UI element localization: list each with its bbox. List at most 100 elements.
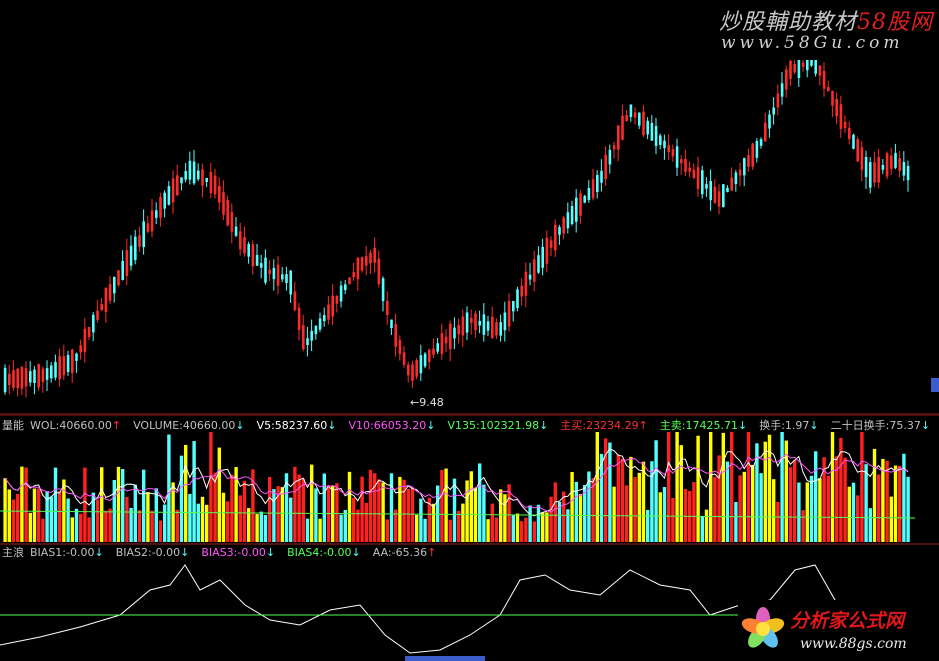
volume-bar — [305, 518, 310, 542]
volume-bar — [133, 484, 137, 542]
candle-body — [600, 170, 603, 183]
candle-body — [12, 369, 15, 388]
candle-body — [583, 195, 586, 203]
candle-body — [457, 324, 460, 335]
candle-body — [3, 367, 7, 393]
volume-bar — [381, 482, 385, 542]
volume-bar — [100, 467, 104, 542]
volume-bar — [87, 517, 91, 542]
volume-bar — [3, 478, 7, 542]
watermark-88gs-url: www.88gs.com — [800, 636, 907, 652]
volume-bar — [549, 496, 553, 542]
bias-legend-item-text: BIAS3:-0.00 — [201, 546, 266, 559]
volume-bar — [41, 518, 45, 542]
candle-body — [524, 271, 528, 296]
volume-bar — [112, 479, 116, 542]
candle-body — [449, 323, 452, 350]
volume-bar — [352, 497, 356, 542]
candle-body — [360, 256, 364, 271]
volume-bar — [83, 467, 87, 542]
volume-bar — [570, 472, 574, 542]
volume-bar — [902, 453, 906, 542]
candle-body — [432, 348, 435, 355]
candle-body — [688, 167, 691, 172]
candle-body — [117, 270, 120, 286]
down-arrow-icon: ↓ — [738, 419, 748, 432]
volume-bar — [209, 432, 213, 542]
candle-body — [528, 274, 532, 280]
candle-body — [24, 368, 28, 387]
volume-bar — [318, 518, 322, 542]
candle-body — [243, 237, 246, 254]
candle-body — [860, 147, 864, 170]
candle-body — [516, 289, 519, 309]
candle-body — [793, 63, 796, 73]
volume-bar — [289, 497, 293, 542]
volume-bar — [851, 482, 856, 542]
candle-body — [856, 139, 859, 162]
volume-bar — [499, 489, 503, 542]
candle-body — [696, 167, 700, 189]
candle-body — [671, 149, 675, 157]
candle-body — [62, 356, 66, 376]
candle-body — [398, 339, 402, 355]
candle-body — [843, 121, 847, 129]
candle-body — [537, 255, 540, 273]
volume-chart[interactable] — [0, 415, 939, 545]
volume-bar — [906, 476, 910, 542]
watermark-88gs: 分析家公式网 www.88gs.com — [738, 600, 939, 661]
volume-bar — [893, 465, 898, 542]
candle-body — [461, 316, 465, 336]
volume-bar — [532, 521, 536, 542]
volume-bar — [259, 511, 263, 542]
candle-body — [92, 314, 95, 333]
volume-bar — [79, 513, 83, 542]
volume-bar — [494, 517, 499, 542]
candle-body — [176, 175, 179, 196]
candle-body — [621, 115, 624, 140]
candle-body — [764, 122, 767, 142]
candle-body — [545, 237, 549, 264]
candle-body — [113, 276, 116, 294]
volume-bar — [16, 493, 20, 542]
stock-chart-window[interactable]: ←9.48 量能 WOL:40660.00↑ VOLUME:40660.00↓ V5:… — [0, 0, 939, 661]
candle-body — [881, 164, 885, 170]
price-candlestick-chart[interactable] — [0, 0, 939, 415]
bias-legend-item: AA:-65.36↑ — [373, 546, 437, 559]
volume-bar — [108, 508, 112, 542]
candle-body — [470, 317, 473, 323]
candle-body — [272, 267, 276, 280]
candle-body — [747, 155, 750, 167]
volume-bar — [255, 514, 259, 542]
volume-bar — [95, 499, 100, 542]
candle-body — [562, 217, 565, 234]
candle-body — [730, 177, 733, 191]
volume-bar — [725, 461, 730, 542]
candle-body — [100, 303, 103, 311]
candle-body — [407, 364, 410, 376]
candle-body — [297, 307, 301, 331]
candle-body — [218, 185, 221, 203]
volume-legend-item-text: 主卖:17425.71 — [659, 419, 738, 432]
volume-bar — [595, 432, 599, 542]
up-arrow-icon: ↑ — [427, 546, 437, 559]
candle-body — [369, 252, 372, 264]
volume-bar — [431, 503, 436, 542]
candle-body — [33, 369, 36, 384]
volume-bar — [742, 471, 746, 542]
volume-bar — [301, 478, 305, 542]
volume-bar — [419, 498, 423, 542]
candle-body — [486, 321, 490, 331]
candle-body — [159, 197, 162, 218]
candle-body — [318, 318, 322, 330]
candle-body — [709, 180, 712, 201]
volume-legend-item: 二十日换手:75.37↓ — [831, 419, 930, 432]
volume-bar — [830, 432, 835, 542]
candle-body — [281, 274, 284, 280]
volume-bar — [562, 491, 566, 542]
candle-body — [339, 285, 343, 302]
candle-body — [104, 287, 108, 312]
candle-body — [474, 313, 477, 331]
down-arrow-icon: ↓ — [809, 419, 819, 432]
volume-bar — [121, 469, 125, 542]
